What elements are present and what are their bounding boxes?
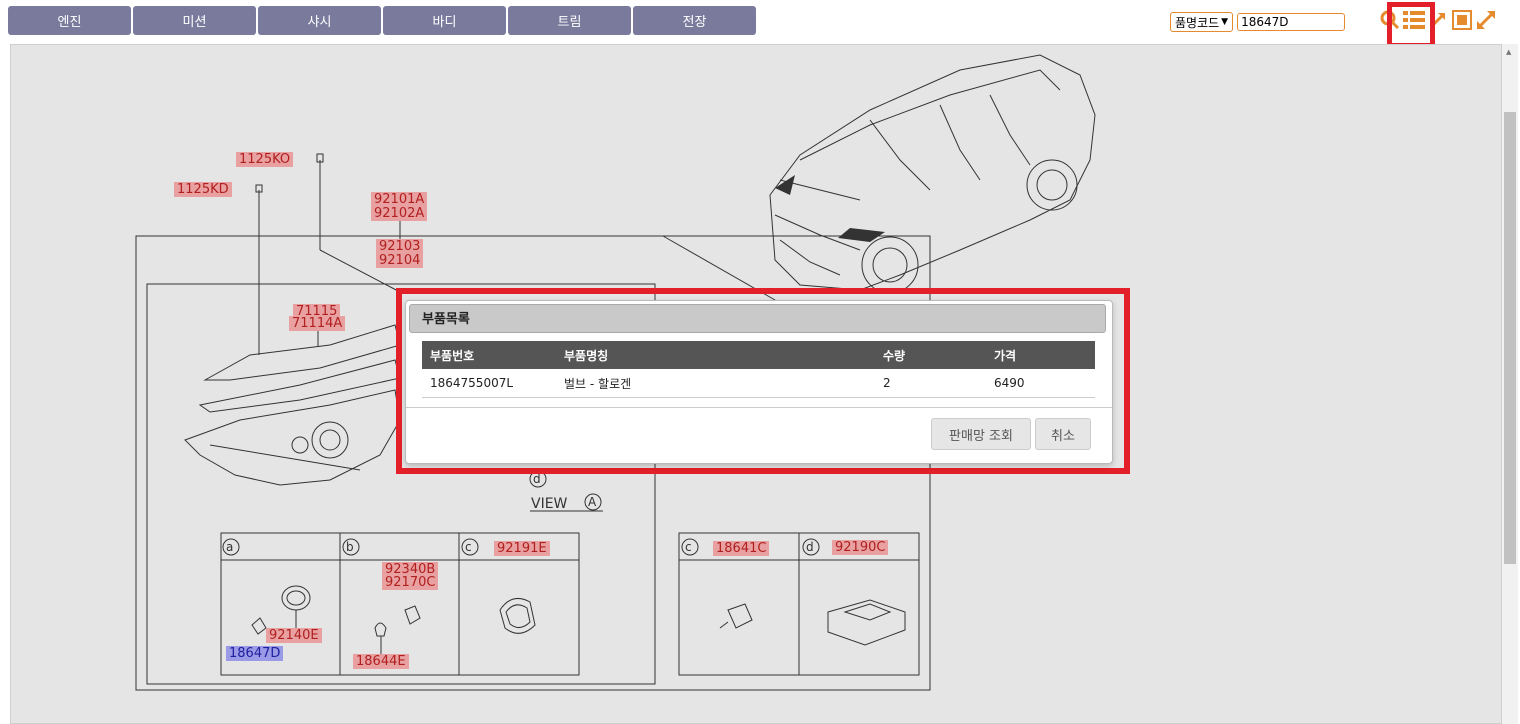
table-row[interactable]: 1864755007L 벌브 - 할로겐 2 6490 [422,369,1095,398]
col-part-number: 부품번호 [422,341,556,369]
dialog-footer-divider [406,407,1112,408]
col-price: 가격 [986,341,1095,369]
view-letter: A [588,495,597,509]
callout-d: d [806,540,814,554]
col-part-name: 부품명칭 [556,341,875,369]
part-label[interactable]: 1125KD [174,182,232,197]
part-label[interactable]: 18641C [713,541,770,556]
callout-a: a [226,540,234,554]
part-label[interactable]: 92170C [382,575,439,590]
cell-part-number: 1864755007L [422,369,556,398]
callout-b: b [346,540,354,554]
part-label[interactable]: 92190C [832,540,889,555]
part-label[interactable]: 92191E [494,541,550,556]
dealer-lookup-button[interactable]: 판매망 조회 [931,418,1031,450]
parts-list-dialog: 부품목록 부품번호 부품명칭 수량 가격 1864755007L 벌브 - 할로… [405,300,1113,464]
cancel-button[interactable]: 취소 [1035,418,1091,450]
view-label: VIEW [531,496,568,512]
part-label[interactable]: 92104 [376,253,424,268]
part-label-selected[interactable]: 18647D [226,646,284,661]
part-label[interactable]: 92103 [376,239,424,254]
callout-c: c [685,540,692,554]
part-label[interactable]: 92101A [371,192,428,207]
callout-c: c [465,540,472,554]
part-label[interactable]: 71114A [289,316,346,331]
callout-d: d [533,472,541,486]
table-header-row: 부품번호 부품명칭 수량 가격 [422,341,1095,369]
col-quantity: 수량 [875,341,986,369]
dialog-title: 부품목록 [409,304,1106,333]
part-label[interactable]: 18644E [353,654,409,669]
part-label[interactable]: 92140E [266,628,322,643]
part-label[interactable]: 92102A [371,206,428,221]
part-label[interactable]: 1125KO [236,152,294,167]
cell-part-name: 벌브 - 할로겐 [556,369,875,398]
cell-quantity: 2 [875,369,986,398]
parts-table: 부품번호 부품명칭 수량 가격 1864755007L 벌브 - 할로겐 2 6… [422,341,1095,398]
cell-price: 6490 [986,369,1095,398]
